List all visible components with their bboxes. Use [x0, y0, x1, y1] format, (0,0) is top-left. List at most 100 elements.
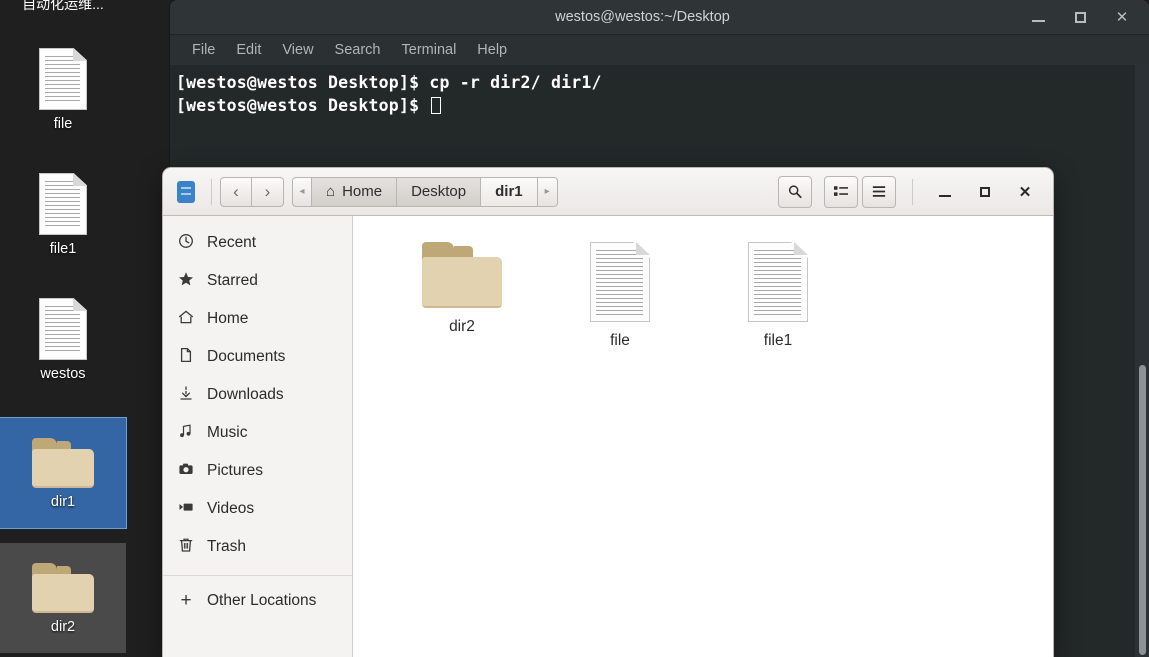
menu-terminal[interactable]: Terminal	[394, 39, 465, 61]
menu-search[interactable]: Search	[327, 39, 389, 61]
desktop-icon-label: file	[53, 116, 73, 132]
breadcrumb-item-desktop[interactable]: Desktop	[397, 176, 482, 207]
view-grid-button[interactable]	[824, 175, 858, 208]
close-icon[interactable]: ✕	[1109, 4, 1135, 30]
sidebar-item-label: Recent	[207, 234, 257, 251]
sidebar-item-label: Starred	[207, 272, 258, 289]
breadcrumb: ◂ ⌂ Home Desktop dir1 ▸	[292, 176, 558, 207]
maximize-icon[interactable]	[975, 182, 995, 202]
divider	[912, 178, 913, 205]
close-icon[interactable]: ✕	[1015, 182, 1035, 202]
files-app-icon	[177, 180, 195, 203]
document-icon	[39, 173, 87, 235]
minimize-icon[interactable]	[935, 182, 955, 202]
document-icon	[748, 242, 808, 322]
list-view-icon	[834, 186, 848, 196]
sidebar-item-videos[interactable]: Videos	[163, 490, 352, 528]
file-item-file1[interactable]: file1	[699, 234, 857, 350]
sidebar-item-starred[interactable]: Starred	[163, 262, 352, 300]
chevron-left-icon: ‹	[233, 182, 239, 201]
minimize-icon[interactable]	[1025, 4, 1051, 30]
clock-icon	[177, 233, 195, 253]
sidebar-item-label: Videos	[207, 500, 255, 517]
sidebar-item-label: Other Locations	[207, 592, 317, 609]
breadcrumb-scroll-left[interactable]: ◂	[292, 176, 312, 207]
nav-buttons: ‹ ›	[220, 176, 284, 207]
sidebar-item-music[interactable]: Music	[163, 414, 352, 452]
document-icon	[177, 347, 195, 367]
sidebar-item-label: Documents	[207, 348, 286, 365]
sidebar-item-label: Pictures	[207, 462, 263, 479]
desktop-icon-westos[interactable]: westos	[0, 290, 126, 388]
sidebar-item-trash[interactable]: Trash	[163, 528, 352, 566]
sidebar-item-documents[interactable]: Documents	[163, 338, 352, 376]
file-item-file[interactable]: file	[541, 234, 699, 350]
breadcrumb-item-home[interactable]: ⌂ Home	[312, 176, 398, 207]
folder-icon	[32, 563, 94, 613]
hamburger-menu-icon	[872, 186, 886, 197]
desktop-icon-file[interactable]: file	[0, 40, 126, 138]
terminal-scrollbar-thumb[interactable]	[1139, 365, 1146, 655]
document-icon	[39, 298, 87, 360]
home-icon: ⌂	[326, 183, 336, 200]
video-icon	[177, 499, 195, 519]
desktop-top-label: 自动化运维...	[22, 0, 104, 12]
star-icon	[177, 271, 195, 291]
file-list-view[interactable]: dir2 file file1	[353, 216, 1053, 657]
breadcrumb-item-dir1[interactable]: dir1	[481, 176, 538, 207]
desktop-icon-label: dir2	[50, 619, 76, 635]
folder-icon	[32, 438, 94, 488]
sidebar-item-label: Trash	[207, 538, 247, 555]
desktop-icon-file1[interactable]: file1	[0, 165, 126, 263]
terminal-prompt: [westos@westos Desktop]$	[176, 96, 430, 115]
sidebar-item-recent[interactable]: Recent	[163, 224, 352, 262]
desktop-icon-dir1[interactable]: dir1	[0, 417, 127, 529]
menu-edit[interactable]: Edit	[228, 39, 269, 61]
chevron-right-icon: ›	[264, 182, 271, 201]
maximize-icon[interactable]	[1067, 4, 1093, 30]
file-item-dir2[interactable]: dir2	[383, 234, 541, 350]
sidebar-item-label: Music	[207, 424, 248, 441]
plus-icon: +	[180, 590, 192, 611]
sidebar: Recent Starred Home Documents Downloads …	[163, 216, 353, 657]
menu-view[interactable]: View	[274, 39, 321, 61]
menu-file[interactable]: File	[184, 39, 223, 61]
camera-icon	[177, 461, 195, 481]
sidebar-item-label: Home	[207, 310, 249, 327]
desktop-icon-dir2[interactable]: dir2	[0, 543, 126, 653]
desktop-icon-label: dir1	[50, 494, 76, 510]
sidebar-divider	[163, 575, 352, 576]
document-icon	[39, 48, 87, 110]
back-button[interactable]: ‹	[220, 176, 252, 207]
file-item-label: dir2	[449, 318, 475, 335]
terminal-scrollbar[interactable]	[1135, 65, 1149, 657]
terminal-cursor	[431, 97, 442, 114]
search-button[interactable]	[778, 175, 812, 208]
desktop-icon-label: file1	[49, 241, 77, 257]
document-icon	[590, 242, 650, 322]
sidebar-item-label: Downloads	[207, 386, 284, 403]
home-icon	[177, 309, 195, 329]
file-manager-window-controls: ✕	[921, 182, 1045, 202]
sidebar-item-home[interactable]: Home	[163, 300, 352, 338]
terminal-title: westos@westos:~/Desktop	[555, 9, 730, 25]
terminal-titlebar[interactable]: westos@westos:~/Desktop ✕	[170, 0, 1149, 35]
breadcrumb-scroll-right[interactable]: ▸	[537, 176, 558, 207]
music-icon	[177, 423, 195, 443]
menu-help[interactable]: Help	[469, 39, 515, 61]
terminal-window-controls: ✕	[1025, 4, 1149, 30]
file-manager-headerbar[interactable]: ‹ › ◂ ⌂ Home Desktop dir1 ▸ ✕	[163, 168, 1053, 216]
file-item-label: file1	[763, 332, 793, 349]
file-manager-body: Recent Starred Home Documents Downloads …	[163, 216, 1053, 657]
file-item-label: file	[610, 332, 630, 349]
main-menu-button[interactable]	[862, 175, 896, 208]
search-icon	[788, 185, 802, 199]
sidebar-item-downloads[interactable]: Downloads	[163, 376, 352, 414]
terminal-prompt-line: [westos@westos Desktop]$	[176, 94, 1149, 117]
file-manager-window[interactable]: ‹ › ◂ ⌂ Home Desktop dir1 ▸ ✕ Recent Sta…	[163, 168, 1053, 657]
sidebar-item-other-locations[interactable]: + Other Locations	[163, 582, 352, 620]
forward-button[interactable]: ›	[252, 176, 284, 207]
divider	[211, 178, 212, 205]
sidebar-item-pictures[interactable]: Pictures	[163, 452, 352, 490]
folder-icon	[422, 242, 502, 308]
